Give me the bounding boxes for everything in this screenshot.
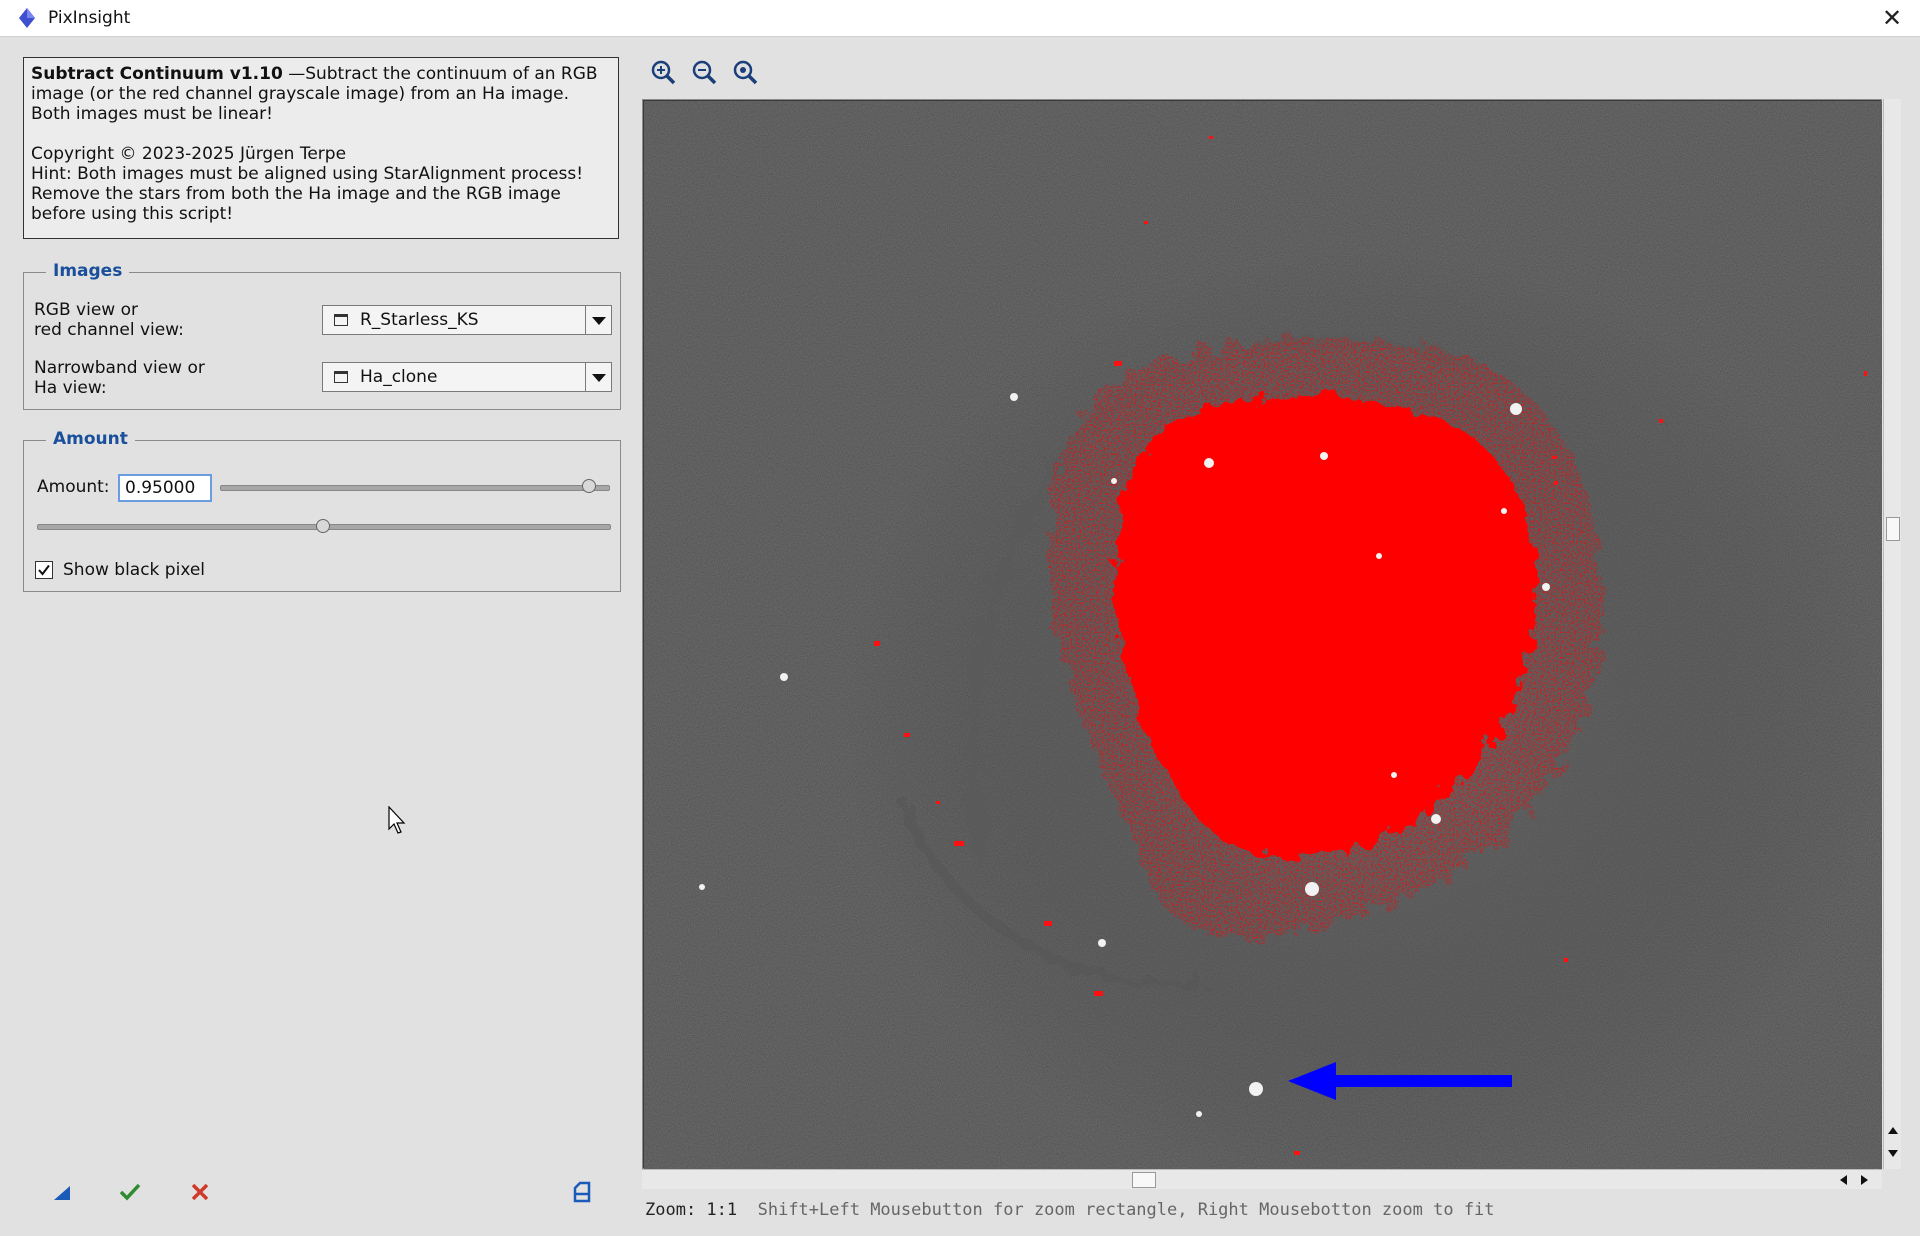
chevron-down-icon[interactable]: [585, 306, 611, 334]
check-mark-icon: [38, 564, 50, 576]
copyright-text: Copyright © 2023-2025 Jürgen Terpe: [31, 144, 347, 164]
scroll-up-arrow-icon[interactable]: [1887, 1125, 1899, 1135]
rgb-view-value: R_Starless_KS: [360, 310, 479, 330]
scroll-right-arrow-icon[interactable]: [1860, 1174, 1870, 1186]
rgb-view-label-line-2: red channel view:: [34, 320, 184, 340]
chevron-down-icon[interactable]: [585, 363, 611, 391]
zoom-status-bar: Zoom: 1:1 Shift+Left Mousebutton for zoo…: [645, 1200, 1495, 1220]
preview-image[interactable]: [644, 101, 1882, 1169]
images-group-title: Images: [46, 261, 130, 281]
new-instance-triangle-icon[interactable]: [50, 1180, 74, 1204]
preview-viewport[interactable]: [642, 99, 1882, 1169]
window-title: PixInsight: [48, 8, 131, 28]
close-button[interactable]: ✕: [1864, 0, 1920, 36]
narrowband-view-label-line-2: Ha view:: [34, 378, 107, 398]
script-name: Subtract Continuum v1.10: [31, 64, 283, 84]
pixinsight-logo-icon: [19, 8, 35, 28]
scroll-down-arrow-icon[interactable]: [1887, 1149, 1899, 1159]
horizontal-scroll-thumb[interactable]: [1132, 1172, 1156, 1188]
window-titlebar: PixInsight ✕: [0, 0, 1920, 37]
horizontal-scrollbar[interactable]: [642, 1169, 1882, 1189]
show-black-pixel-checkbox[interactable]: [35, 561, 53, 579]
narrowband-view-value: Ha_clone: [360, 367, 438, 387]
zoom-fit-icon[interactable]: [732, 59, 758, 85]
amount-group-title: Amount: [46, 429, 135, 449]
ok-check-icon[interactable]: [118, 1180, 142, 1204]
vertical-scroll-thumb[interactable]: [1886, 517, 1900, 541]
zoom-level-text: Zoom: 1:1: [645, 1200, 738, 1220]
rgb-view-label: RGB view or red channel view:: [34, 300, 184, 340]
script-description: Subtract Continuum v1.10 —Subtract the c…: [31, 64, 611, 124]
amount-input[interactable]: [118, 474, 212, 502]
view-icon: [334, 314, 348, 326]
show-black-pixel-label: Show black pixel: [63, 560, 206, 580]
rgb-view-label-line-1: RGB view or: [34, 300, 138, 320]
narrowband-view-label: Narrowband view or Ha view:: [34, 358, 205, 398]
fine-slider-handle[interactable]: [316, 519, 330, 533]
amount-slider-track[interactable]: [220, 485, 610, 491]
zoom-hint-text: Shift+Left Mousebutton for zoom rectangl…: [757, 1200, 1495, 1220]
vertical-scrollbar[interactable]: [1883, 99, 1901, 1169]
cancel-x-icon[interactable]: [188, 1180, 212, 1204]
amount-slider-handle[interactable]: [581, 479, 596, 493]
script-info-box: Subtract Continuum v1.10 —Subtract the c…: [23, 57, 619, 239]
reset-document-icon[interactable]: [570, 1180, 594, 1204]
hint-text: Hint: Both images must be aligned using …: [31, 164, 611, 224]
narrowband-view-label-line-1: Narrowband view or: [34, 358, 205, 378]
view-icon: [334, 371, 348, 383]
amount-label: Amount:: [37, 477, 110, 497]
zoom-out-icon[interactable]: [691, 59, 717, 85]
hint-line-1: Hint: Both images must be aligned using …: [31, 164, 584, 184]
rgb-view-combo[interactable]: R_Starless_KS: [322, 305, 612, 335]
scroll-left-arrow-icon[interactable]: [1838, 1174, 1848, 1186]
mouse-cursor-icon: [388, 806, 406, 834]
narrowband-view-combo[interactable]: Ha_clone: [322, 362, 612, 392]
hint-line-2: Remove the stars from both the Ha image …: [31, 184, 561, 224]
zoom-in-icon[interactable]: [650, 59, 676, 85]
